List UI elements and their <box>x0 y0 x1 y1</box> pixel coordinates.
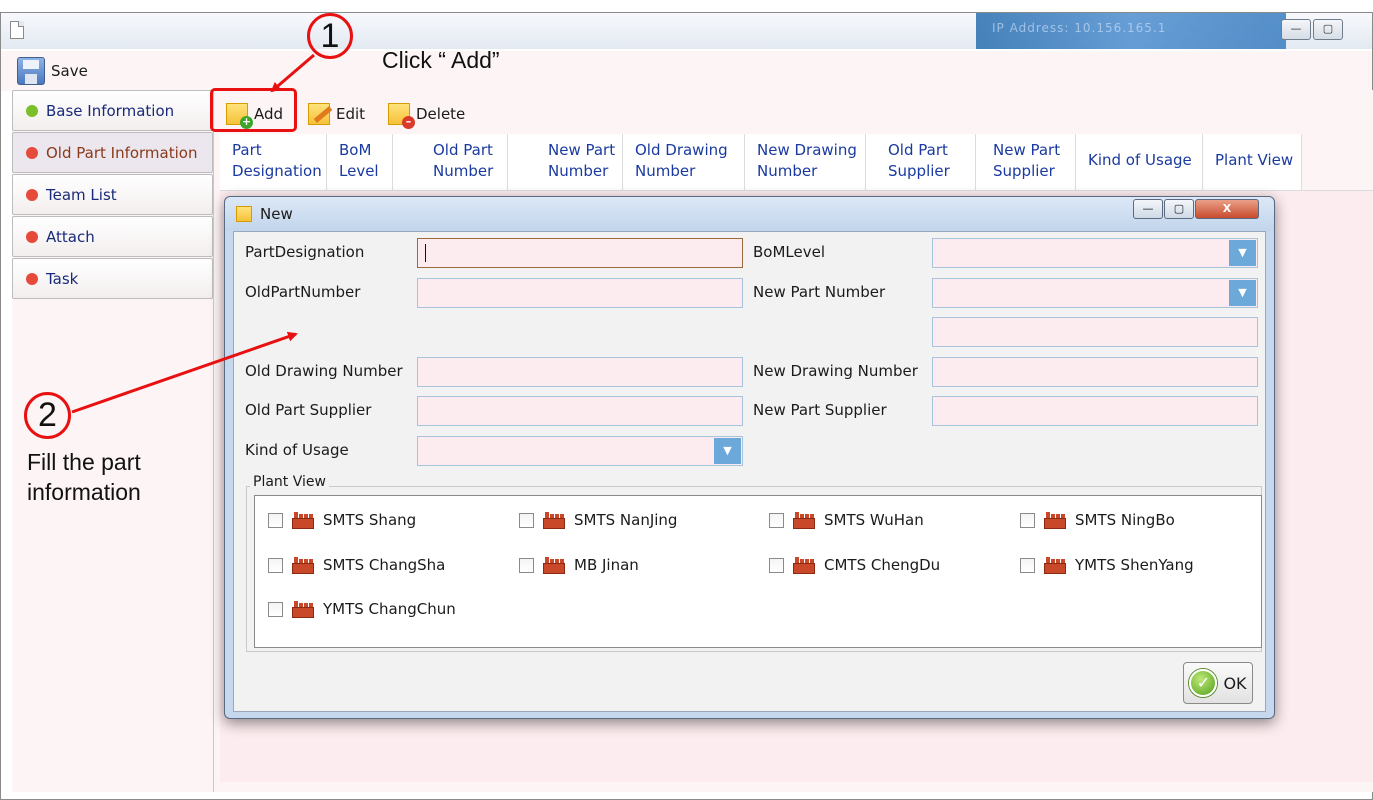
annotation-arrows <box>71 53 315 414</box>
arrow-to-form <box>71 331 298 414</box>
arrow-to-add-button <box>270 53 315 93</box>
